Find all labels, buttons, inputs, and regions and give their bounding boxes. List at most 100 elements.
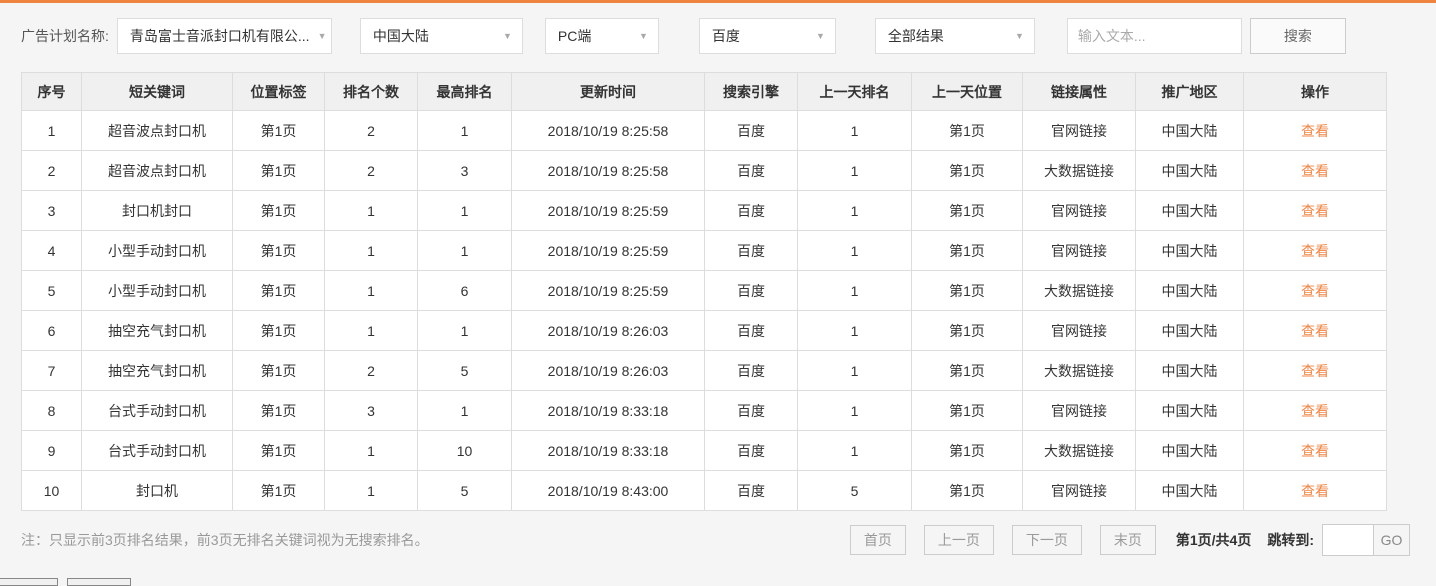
table-row: 7 抽空充气封口机 第1页 2 5 2018/10/19 8:26:03 百度 1 第1页 大数据… xyxy=(21,350,1387,391)
view-link[interactable]: 查看 xyxy=(1301,283,1329,299)
ad-plan-select[interactable]: 青岛富士音派封口机有限公... ▼ xyxy=(116,18,332,54)
table-cell: 1 xyxy=(417,190,512,231)
table-cell: 2 xyxy=(21,150,82,191)
footer: 注：只显示前3页排名结果，前3页无排名关键词视为无搜索排名。 首页 上一页 下一… xyxy=(21,524,1410,556)
table-cell: 中国大陆 xyxy=(1135,230,1244,271)
table-cell: 第1页 xyxy=(232,230,325,271)
table-cell: 百度 xyxy=(704,230,798,271)
table-cell-action: 查看 xyxy=(1243,110,1387,151)
table-cell: 超音波点封口机 xyxy=(81,150,233,191)
cutoff-button-1[interactable] xyxy=(0,578,58,586)
table-cell: 1 xyxy=(797,230,912,271)
table-row: 10 封口机 第1页 1 5 2018/10/19 8:43:00 百度 5 第1页 官网链接 中国… xyxy=(21,470,1387,511)
prev-page-button[interactable]: 上一页 xyxy=(923,525,994,555)
table-cell: 第1页 xyxy=(911,190,1023,231)
table-cell: 中国大陆 xyxy=(1135,150,1244,191)
device-select[interactable]: PC端 ▼ xyxy=(544,18,659,54)
table-cell: 1 xyxy=(797,110,912,151)
view-link[interactable]: 查看 xyxy=(1301,123,1329,139)
table-cell: 2018/10/19 8:33:18 xyxy=(511,390,705,431)
column-header: 排名个数 xyxy=(324,72,418,111)
result-type-select-value: 全部结果 xyxy=(887,28,944,44)
table-cell: 官网链接 xyxy=(1022,310,1136,351)
table-cell: 2 xyxy=(324,350,418,391)
table-cell-action: 查看 xyxy=(1243,350,1387,391)
chevron-down-icon: ▼ xyxy=(1014,31,1024,41)
table-cell-action: 查看 xyxy=(1243,190,1387,231)
table-cell: 2018/10/19 8:25:59 xyxy=(511,190,705,231)
table-cell: 3 xyxy=(417,150,512,191)
view-link[interactable]: 查看 xyxy=(1301,163,1329,179)
view-link[interactable]: 查看 xyxy=(1301,323,1329,339)
table-cell: 1 xyxy=(797,430,912,471)
table-cell: 官网链接 xyxy=(1022,110,1136,151)
table-row: 2 超音波点封口机 第1页 2 3 2018/10/19 8:25:58 百度 1 第1页 大数据… xyxy=(21,150,1387,191)
table-body: 1 超音波点封口机 第1页 2 1 2018/10/19 8:25:58 百度 1 第1页 官网链… xyxy=(21,110,1387,511)
table-cell: 2018/10/19 8:25:59 xyxy=(511,270,705,311)
search-button[interactable]: 搜索 xyxy=(1249,18,1346,54)
table-cell: 百度 xyxy=(704,430,798,471)
view-link[interactable]: 查看 xyxy=(1301,203,1329,219)
table-cell: 百度 xyxy=(704,310,798,351)
view-link[interactable]: 查看 xyxy=(1301,483,1329,499)
jump-group: GO xyxy=(1322,524,1410,556)
table-cell: 5 xyxy=(797,470,912,511)
table-cell: 3 xyxy=(324,390,418,431)
view-link[interactable]: 查看 xyxy=(1301,243,1329,259)
table-cell: 1 xyxy=(324,230,418,271)
pagination: 首页 上一页 下一页 末页 第1页/共4页 跳转到: GO xyxy=(832,524,1410,556)
table-cell: 中国大陆 xyxy=(1135,270,1244,311)
engine-select[interactable]: 百度 ▼ xyxy=(698,18,836,54)
table-cell: 中国大陆 xyxy=(1135,110,1244,151)
region-select[interactable]: 中国大陆 ▼ xyxy=(359,18,523,54)
column-header: 上一天排名 xyxy=(797,72,912,111)
go-button[interactable]: GO xyxy=(1373,525,1409,555)
table-cell: 中国大陆 xyxy=(1135,190,1244,231)
first-page-button[interactable]: 首页 xyxy=(849,525,906,555)
table-cell: 中国大陆 xyxy=(1135,430,1244,471)
table-cell: 中国大陆 xyxy=(1135,470,1244,511)
jump-page-input[interactable] xyxy=(1323,525,1373,555)
jump-to-label: 跳转到: xyxy=(1267,532,1314,548)
table-cell-action: 查看 xyxy=(1243,270,1387,311)
table-cell: 小型手动封口机 xyxy=(81,230,233,271)
table-cell: 5 xyxy=(21,270,82,311)
table-cell: 2018/10/19 8:26:03 xyxy=(511,310,705,351)
table-header-row: 序号 短关键词 位置标签 排名个数 最高排名 更新时间 搜索引擎 上一天排名 上一天位置 链接属性… xyxy=(21,72,1387,111)
chevron-down-icon: ▼ xyxy=(502,31,512,41)
column-header: 上一天位置 xyxy=(911,72,1023,111)
table-cell-action: 查看 xyxy=(1243,310,1387,351)
table-cell: 1 xyxy=(324,270,418,311)
column-header: 短关键词 xyxy=(81,72,233,111)
table-cell: 百度 xyxy=(704,390,798,431)
page-info: 第1页/共4页 xyxy=(1175,532,1252,548)
next-page-button[interactable]: 下一页 xyxy=(1011,525,1082,555)
region-select-value: 中国大陆 xyxy=(372,28,429,44)
view-link[interactable]: 查看 xyxy=(1301,363,1329,379)
table-cell: 1 xyxy=(797,150,912,191)
table-cell: 1 xyxy=(324,470,418,511)
column-header: 链接属性 xyxy=(1022,72,1136,111)
table-cell: 百度 xyxy=(704,270,798,311)
column-header: 位置标签 xyxy=(232,72,325,111)
view-link[interactable]: 查看 xyxy=(1301,403,1329,419)
table-cell: 6 xyxy=(21,310,82,351)
view-link[interactable]: 查看 xyxy=(1301,443,1329,459)
last-page-button[interactable]: 末页 xyxy=(1099,525,1156,555)
table-cell: 封口机 xyxy=(81,470,233,511)
table-cell-action: 查看 xyxy=(1243,230,1387,271)
table-cell: 第1页 xyxy=(232,470,325,511)
table-cell-action: 查看 xyxy=(1243,150,1387,191)
table-cell: 2 xyxy=(324,150,418,191)
table-cell: 5 xyxy=(417,350,512,391)
table-cell: 2018/10/19 8:25:58 xyxy=(511,150,705,191)
table-cell: 2 xyxy=(324,110,418,151)
cutoff-button-2[interactable] xyxy=(67,578,131,586)
table-cell: 超音波点封口机 xyxy=(81,110,233,151)
table-cell: 2018/10/19 8:26:03 xyxy=(511,350,705,391)
table-cell: 1 xyxy=(417,310,512,351)
search-text-input[interactable] xyxy=(1066,18,1242,54)
table-row: 8 台式手动封口机 第1页 3 1 2018/10/19 8:33:18 百度 1 第1页 官网链… xyxy=(21,390,1387,431)
result-type-select[interactable]: 全部结果 ▼ xyxy=(874,18,1035,54)
table-cell: 1 xyxy=(797,270,912,311)
